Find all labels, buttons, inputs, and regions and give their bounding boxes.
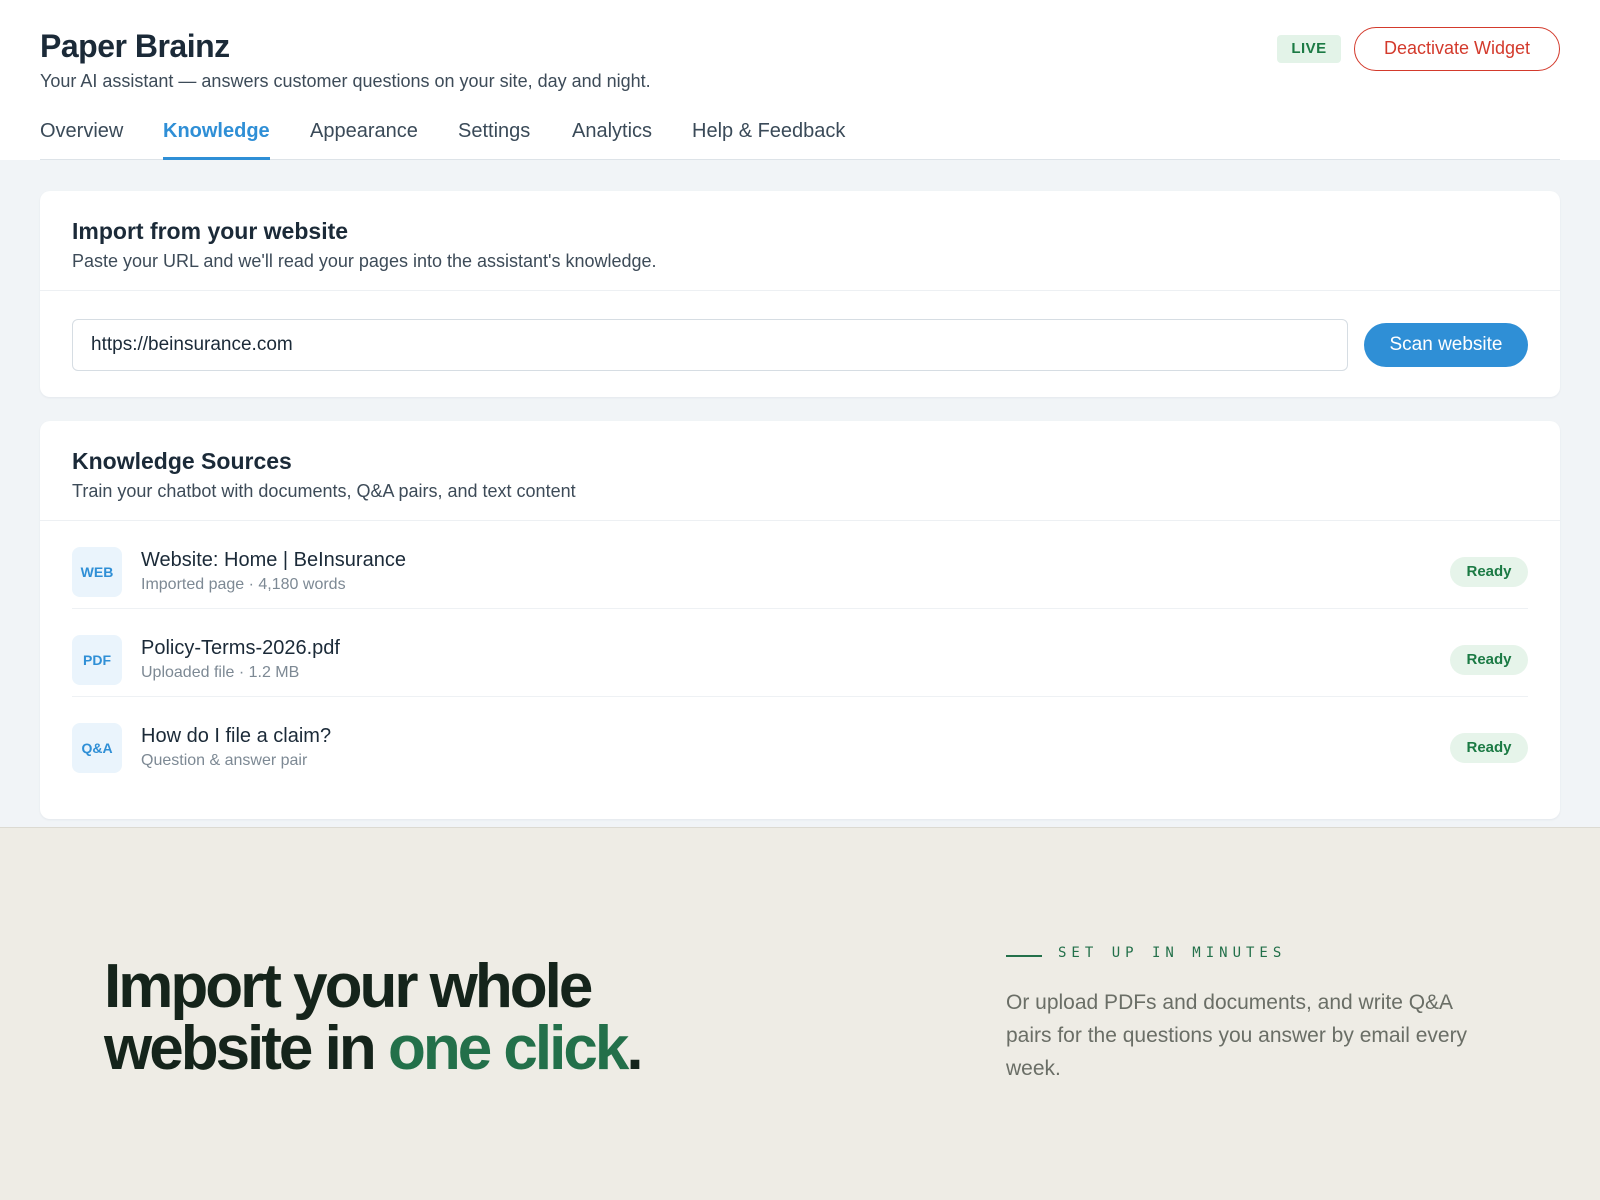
tab-overview[interactable]: Overview	[40, 120, 123, 160]
sources-card-header: Knowledge Sources Train your chatbot wit…	[40, 421, 1560, 521]
source-meta: Imported page · 4,180 words	[141, 576, 346, 593]
headline-period: .	[626, 1014, 643, 1083]
import-website-card: Import from your website Paste your URL …	[40, 191, 1560, 397]
promo-eyebrow: SET UP IN MINUTES	[1058, 945, 1287, 961]
sources-card-title: Knowledge Sources	[72, 448, 292, 474]
eyebrow-divider	[1006, 955, 1042, 957]
source-name: Website: Home | BeInsurance	[141, 549, 406, 571]
sources-card-description: Train your chatbot with documents, Q&A p…	[72, 481, 576, 501]
promo-section: Import your whole website in one click. …	[0, 827, 1600, 1200]
app-header: Paper Brainz Your AI assistant — answers…	[0, 0, 1600, 160]
promo-body: Or upload PDFs and documents, and write …	[1006, 991, 1468, 1080]
tab-help-feedback[interactable]: Help & Feedback	[692, 120, 845, 160]
qa-icon: Q&A	[72, 723, 122, 773]
tab-settings[interactable]: Settings	[458, 120, 530, 160]
source-item-qa[interactable]: Q&A How do I file a claim? Question & an…	[72, 697, 1528, 785]
app-title: Paper Brainz	[40, 28, 230, 64]
status-badge: Ready	[1450, 645, 1528, 675]
app-subtitle: Your AI assistant — answers customer que…	[40, 71, 651, 91]
tab-bar: Overview Knowledge Appearance Settings A…	[40, 112, 1560, 160]
knowledge-sources-card: Knowledge Sources Train your chatbot wit…	[40, 421, 1560, 819]
source-item-web[interactable]: WEB Website: Home | BeInsurance Imported…	[72, 521, 1528, 609]
tab-appearance[interactable]: Appearance	[310, 120, 418, 160]
pdf-icon: PDF	[72, 635, 122, 685]
status-badge: Ready	[1450, 733, 1528, 763]
source-meta: Uploaded file · 1.2 MB	[141, 664, 300, 681]
status-badge: Ready	[1450, 557, 1528, 587]
deactivate-widget-button[interactable]: Deactivate Widget	[1354, 27, 1560, 71]
headline-line-1: Import your whole	[104, 952, 593, 1021]
web-icon: WEB	[72, 547, 122, 597]
headline-accent: one click	[387, 1014, 629, 1083]
import-card-description: Paste your URL and we'll read your pages…	[72, 251, 657, 271]
source-item-pdf[interactable]: PDF Policy-Terms-2026.pdf Uploaded file …	[72, 609, 1528, 697]
website-url-input[interactable]	[72, 319, 1348, 371]
headline-line-2: website in	[104, 1014, 388, 1083]
promo-headline: Import your whole website in one click.	[104, 956, 644, 1083]
scan-website-button[interactable]: Scan website	[1364, 323, 1528, 367]
source-meta: Question & answer pair	[141, 752, 308, 769]
import-card-header: Import from your website Paste your URL …	[40, 191, 1560, 291]
source-name: How do I file a claim?	[141, 725, 332, 747]
import-card-title: Import from your website	[72, 218, 349, 244]
tab-knowledge[interactable]: Knowledge	[163, 120, 270, 160]
source-name: Policy-Terms-2026.pdf	[141, 637, 340, 659]
tab-analytics[interactable]: Analytics	[572, 120, 652, 160]
live-status-badge: LIVE	[1277, 35, 1341, 63]
